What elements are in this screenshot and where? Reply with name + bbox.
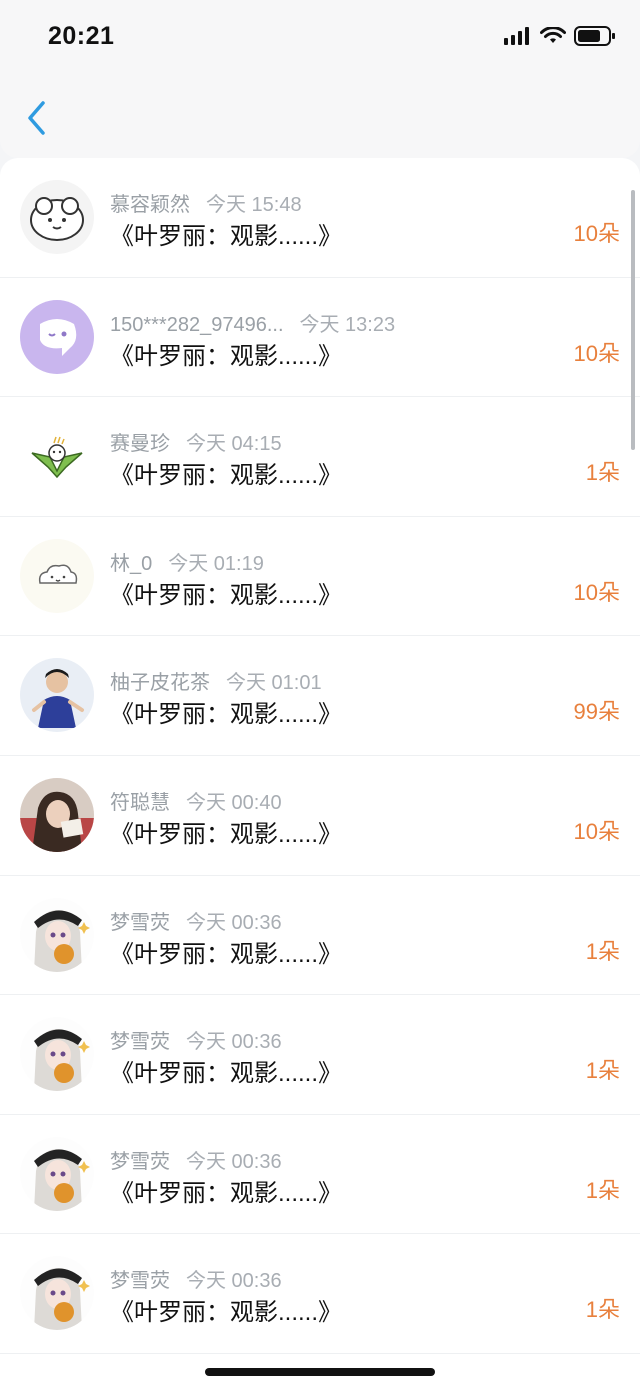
list-item[interactable]: 梦雪荧 今天 00:36 《叶罗丽：观影......》 1朵 <box>0 1234 640 1354</box>
list-item[interactable]: 梦雪荧 今天 00:36 《叶罗丽：观影......》 1朵 <box>0 1115 640 1235</box>
flower-amount: 10朵 <box>573 579 620 605</box>
send-time: 今天 13:23 <box>299 313 396 336</box>
sender-meta: 慕容颖然 今天 15:48 <box>110 188 302 217</box>
list-item[interactable]: 慕容颖然 今天 15:48 《叶罗丽：观影......》 10朵 <box>0 158 640 278</box>
avatar <box>20 1136 94 1211</box>
list-item[interactable]: 符聪慧 今天 00:40 《叶罗丽：观影......》 10朵 <box>0 756 640 876</box>
book-title: 《叶罗丽：观影......》 <box>110 701 343 729</box>
flower-amount: 1朵 <box>585 1058 620 1084</box>
list-item[interactable]: 柚子皮花茶 今天 01:01 《叶罗丽：观影......》 99朵 <box>0 636 640 756</box>
chevron-left-icon <box>25 100 47 141</box>
avatar <box>20 777 94 852</box>
avatar <box>20 897 94 972</box>
book-title: 《叶罗丽：观影......》 <box>110 940 343 968</box>
send-time: 今天 01:19 <box>168 552 264 575</box>
cellular-signal-icon <box>504 27 532 50</box>
status-bar: 20:21 <box>0 0 640 80</box>
list-item[interactable]: 梦雪荧 今天 00:36 《叶罗丽：观影......》 1朵 <box>0 995 640 1115</box>
wifi-icon <box>540 26 566 50</box>
flower-amount: 10朵 <box>573 818 620 844</box>
sender-name: 梦雪荧 <box>110 1150 170 1173</box>
flower-amount: 10朵 <box>573 340 620 366</box>
sender-name: 梦雪荧 <box>110 911 170 934</box>
list-item[interactable]: 赛曼珍 今天 04:15 《叶罗丽：观影......》 1朵 <box>0 397 640 517</box>
book-title: 《叶罗丽：观影......》 <box>110 1299 343 1327</box>
sender-name: 赛曼珍 <box>110 433 170 456</box>
avatar <box>20 1256 94 1331</box>
flower-amount: 1朵 <box>585 938 620 964</box>
book-title: 《叶罗丽：观影......》 <box>110 462 343 490</box>
flower-amount: 1朵 <box>585 1297 620 1323</box>
send-time: 今天 00:36 <box>186 1270 282 1293</box>
flower-amount: 1朵 <box>585 460 620 486</box>
sender-name: 林_0 <box>110 552 153 575</box>
book-title: 《叶罗丽：观影......》 <box>110 1060 343 1088</box>
sender-name: 150***282_97496... <box>110 313 284 336</box>
list-item[interactable]: 梦雪荧 今天 00:36 《叶罗丽：观影......》 1朵 <box>0 876 640 996</box>
status-icons <box>504 26 616 51</box>
list-item[interactable]: 150***282_97496... 今天 13:23 《叶罗丽：观影......… <box>0 278 640 398</box>
sender-meta: 150***282_97496... 今天 13:23 <box>110 308 395 337</box>
sender-name: 梦雪荧 <box>110 1031 170 1054</box>
sender-meta: 梦雪荧 今天 00:36 <box>110 1145 282 1174</box>
avatar <box>20 658 94 733</box>
sender-name: 梦雪荧 <box>110 1270 170 1293</box>
sender-meta: 柚子皮花茶 今天 01:01 <box>110 666 322 695</box>
home-indicator[interactable] <box>205 1368 435 1376</box>
battery-icon <box>574 26 616 51</box>
book-title: 《叶罗丽：观影......》 <box>110 1179 343 1207</box>
scrollbar[interactable] <box>631 190 635 450</box>
gift-records-list[interactable]: 慕容颖然 今天 15:48 《叶罗丽：观影......》 10朵 150***28… <box>0 158 640 1388</box>
send-time: 今天 00:36 <box>186 1150 282 1173</box>
nav-bar <box>0 80 640 158</box>
flower-amount: 1朵 <box>585 1177 620 1203</box>
flower-amount: 10朵 <box>573 221 620 246</box>
book-title: 《叶罗丽：观影......》 <box>110 342 343 370</box>
sender-name: 柚子皮花茶 <box>110 672 210 695</box>
send-time: 今天 01:01 <box>226 672 322 695</box>
avatar <box>20 419 94 494</box>
avatar <box>20 180 94 254</box>
send-time: 今天 00:40 <box>186 791 282 814</box>
sender-meta: 赛曼珍 今天 04:15 <box>110 427 282 456</box>
sender-meta: 梦雪荧 今天 00:36 <box>110 1025 282 1054</box>
send-time: 今天 00:36 <box>186 1031 282 1054</box>
book-title: 《叶罗丽：观影......》 <box>110 820 343 848</box>
avatar <box>20 538 94 613</box>
list-item[interactable]: 林_0 今天 01:19 《叶罗丽：观影......》 10朵 <box>0 517 640 637</box>
book-title: 《叶罗丽：观影......》 <box>110 581 343 609</box>
sender-name: 符聪慧 <box>110 791 170 814</box>
send-time: 今天 00:36 <box>186 911 282 934</box>
back-button[interactable] <box>18 100 54 140</box>
sender-name: 慕容颖然 <box>110 194 190 216</box>
sender-meta: 梦雪荧 今天 00:36 <box>110 1264 282 1293</box>
sender-meta: 梦雪荧 今天 00:36 <box>110 906 282 935</box>
book-title: 《叶罗丽：观影......》 <box>110 223 343 250</box>
status-time: 20:21 <box>48 22 115 50</box>
send-time: 今天 15:48 <box>206 194 302 216</box>
avatar <box>20 299 94 374</box>
flower-amount: 99朵 <box>573 699 620 725</box>
send-time: 今天 04:15 <box>186 433 282 456</box>
sender-meta: 符聪慧 今天 00:40 <box>110 786 282 815</box>
avatar <box>20 1017 94 1092</box>
sender-meta: 林_0 今天 01:19 <box>110 547 264 576</box>
